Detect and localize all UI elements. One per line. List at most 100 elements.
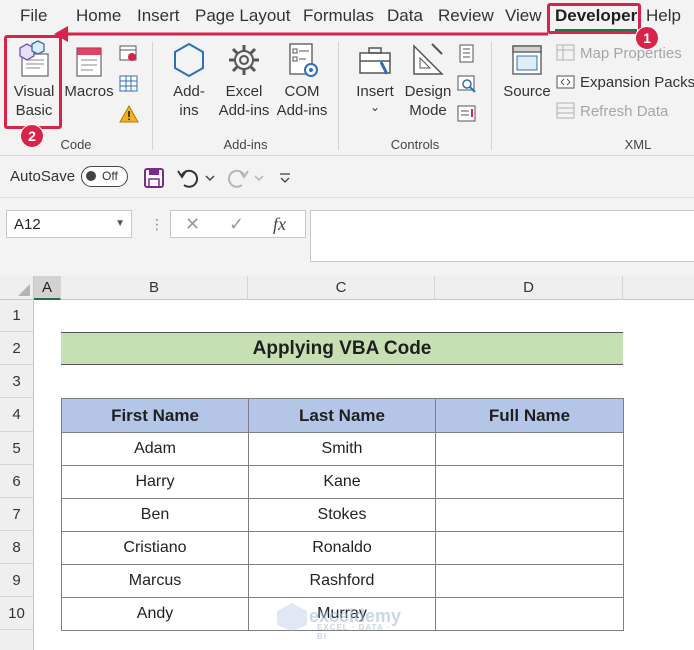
row-header-3[interactable]: 3	[0, 365, 34, 398]
select-all-corner[interactable]	[0, 276, 34, 300]
excel-add-ins-label-line1: Excel	[225, 83, 263, 100]
last-name-cell[interactable]: Stokes	[248, 498, 436, 532]
first-name-cell[interactable]: Ben	[61, 498, 249, 532]
add-ins-button[interactable]: Add- ins	[166, 40, 212, 120]
map-properties-icon	[556, 44, 575, 61]
row-header-4[interactable]: 4	[0, 398, 34, 432]
full-name-cell[interactable]	[435, 531, 624, 565]
controls-group-label: Controls	[390, 137, 440, 152]
row-header-9[interactable]: 9	[0, 564, 34, 597]
row-header-2[interactable]: 2	[0, 332, 34, 365]
tab-help[interactable]: Help	[646, 6, 681, 26]
excel-add-ins-label-line2: Add-ins	[218, 102, 270, 119]
column-header-b[interactable]: B	[61, 276, 248, 300]
last-name-cell[interactable]: Kane	[248, 465, 436, 499]
com-add-ins-button[interactable]: COM Add-ins	[272, 40, 332, 120]
table-row: Ben Stokes	[61, 498, 624, 532]
visual-basic-label-line1: Visual	[13, 83, 55, 100]
insert-control-label: Insert	[356, 83, 394, 100]
last-name-cell[interactable]: Smith	[248, 432, 436, 466]
full-name-cell[interactable]	[435, 498, 624, 532]
first-name-cell[interactable]: Harry	[61, 465, 249, 499]
formula-buttons: ✕ ✓ fx	[170, 210, 306, 238]
expansion-packs-button[interactable]: Expansion Packs	[556, 73, 694, 91]
first-name-cell[interactable]: Cristiano	[61, 531, 249, 565]
full-name-cell[interactable]	[435, 564, 624, 598]
table-row: Harry Kane	[61, 465, 624, 499]
name-box[interactable]: A12 ▼	[6, 210, 132, 238]
macro-security-icon[interactable]	[119, 104, 139, 124]
visual-basic-button[interactable]: Visual Basic	[8, 40, 60, 120]
first-name-cell[interactable]: Adam	[61, 432, 249, 466]
relative-references-icon[interactable]	[119, 74, 139, 94]
customize-toolbar-icon[interactable]	[278, 171, 292, 185]
view-code-icon[interactable]	[457, 74, 477, 94]
worksheet-grid: A B C D 1 2 3 4 5 6 7 8 9 10 Applying VB…	[0, 276, 694, 650]
xml-source-label: Source	[503, 83, 551, 100]
excel-add-ins-button[interactable]: Excel Add-ins	[214, 40, 274, 120]
tab-developer[interactable]: Developer	[555, 6, 638, 32]
com-add-ins-label-line2: Add-ins	[276, 102, 328, 119]
design-mode-label-line2: Mode	[409, 102, 447, 119]
header-first-name[interactable]: First Name	[61, 398, 249, 433]
add-ins-label-line1: Add-	[173, 83, 205, 100]
group-separator	[338, 42, 339, 150]
row-header-1[interactable]: 1	[0, 300, 34, 332]
last-name-cell[interactable]: Rashford	[248, 564, 436, 598]
table-header-row: First Name Last Name Full Name	[61, 398, 624, 433]
formula-bar: A12 ▼ ⋮ ✕ ✓ fx	[0, 198, 694, 276]
table-row: Adam Smith	[61, 432, 624, 466]
add-ins-label-line2: ins	[179, 102, 199, 119]
row-header-8[interactable]: 8	[0, 531, 34, 564]
autosave-state: Off	[102, 169, 118, 183]
row-header-5[interactable]: 5	[0, 432, 34, 465]
first-name-cell[interactable]: Marcus	[61, 564, 249, 598]
toggle-knob	[86, 171, 96, 181]
visual-basic-icon	[19, 40, 49, 77]
run-dialog-icon[interactable]	[457, 104, 477, 124]
refresh-data-button[interactable]: Refresh Data	[556, 102, 668, 120]
enter-icon[interactable]: ✓	[229, 214, 244, 235]
cancel-icon[interactable]: ✕	[185, 214, 200, 235]
redo-dropdown-icon[interactable]	[253, 173, 265, 183]
undo-icon[interactable]	[176, 167, 200, 189]
com-add-ins-label-line1: COM	[284, 83, 320, 100]
quick-access-toolbar: AutoSave Off	[0, 156, 694, 198]
group-separator	[491, 42, 492, 150]
row-header-7[interactable]: 7	[0, 498, 34, 531]
table-row: Marcus Rashford	[61, 564, 624, 598]
full-name-cell[interactable]	[435, 432, 624, 466]
autosave-toggle[interactable]: Off	[81, 166, 128, 187]
last-name-cell[interactable]: Ronaldo	[248, 531, 436, 565]
design-mode-label-line1: Design	[404, 83, 452, 100]
table-row: Cristiano Ronaldo	[61, 531, 624, 565]
redo-icon[interactable]	[226, 167, 250, 189]
row-header-10[interactable]: 10	[0, 597, 34, 630]
table-row: Andy Murray	[61, 597, 624, 631]
column-header-d[interactable]: D	[435, 276, 623, 300]
name-box-dropdown-icon[interactable]: ▼	[115, 218, 125, 229]
xml-group-label: XML	[624, 137, 652, 152]
insert-control-button[interactable]: Insert ⌄	[352, 40, 398, 113]
undo-dropdown-icon[interactable]	[204, 173, 216, 183]
insert-function-icon[interactable]: fx	[273, 214, 286, 235]
last-name-cell[interactable]: Murray	[248, 597, 436, 631]
add-ins-group-label: Add-ins	[223, 137, 268, 152]
column-header-a[interactable]: A	[34, 276, 61, 300]
ribbon-developer: Visual Basic Macros Code Add- ins Excel …	[0, 34, 694, 156]
full-name-cell[interactable]	[435, 465, 624, 499]
first-name-cell[interactable]: Andy	[61, 597, 249, 631]
full-name-cell[interactable]	[435, 597, 624, 631]
save-icon[interactable]	[143, 167, 165, 189]
header-last-name[interactable]: Last Name	[248, 398, 436, 433]
column-header-c[interactable]: C	[248, 276, 435, 300]
row-header-6[interactable]: 6	[0, 465, 34, 498]
design-mode-button[interactable]: Design Mode	[402, 40, 454, 120]
map-properties-button[interactable]: Map Properties	[556, 44, 682, 62]
formula-input[interactable]	[310, 210, 694, 262]
header-full-name[interactable]: Full Name	[435, 398, 624, 433]
macros-label: Macros	[64, 83, 114, 100]
step-badge-1: 1	[635, 26, 659, 50]
tab-file[interactable]: File	[20, 6, 47, 26]
sheet-title-cell[interactable]: Applying VBA Code	[61, 332, 623, 365]
